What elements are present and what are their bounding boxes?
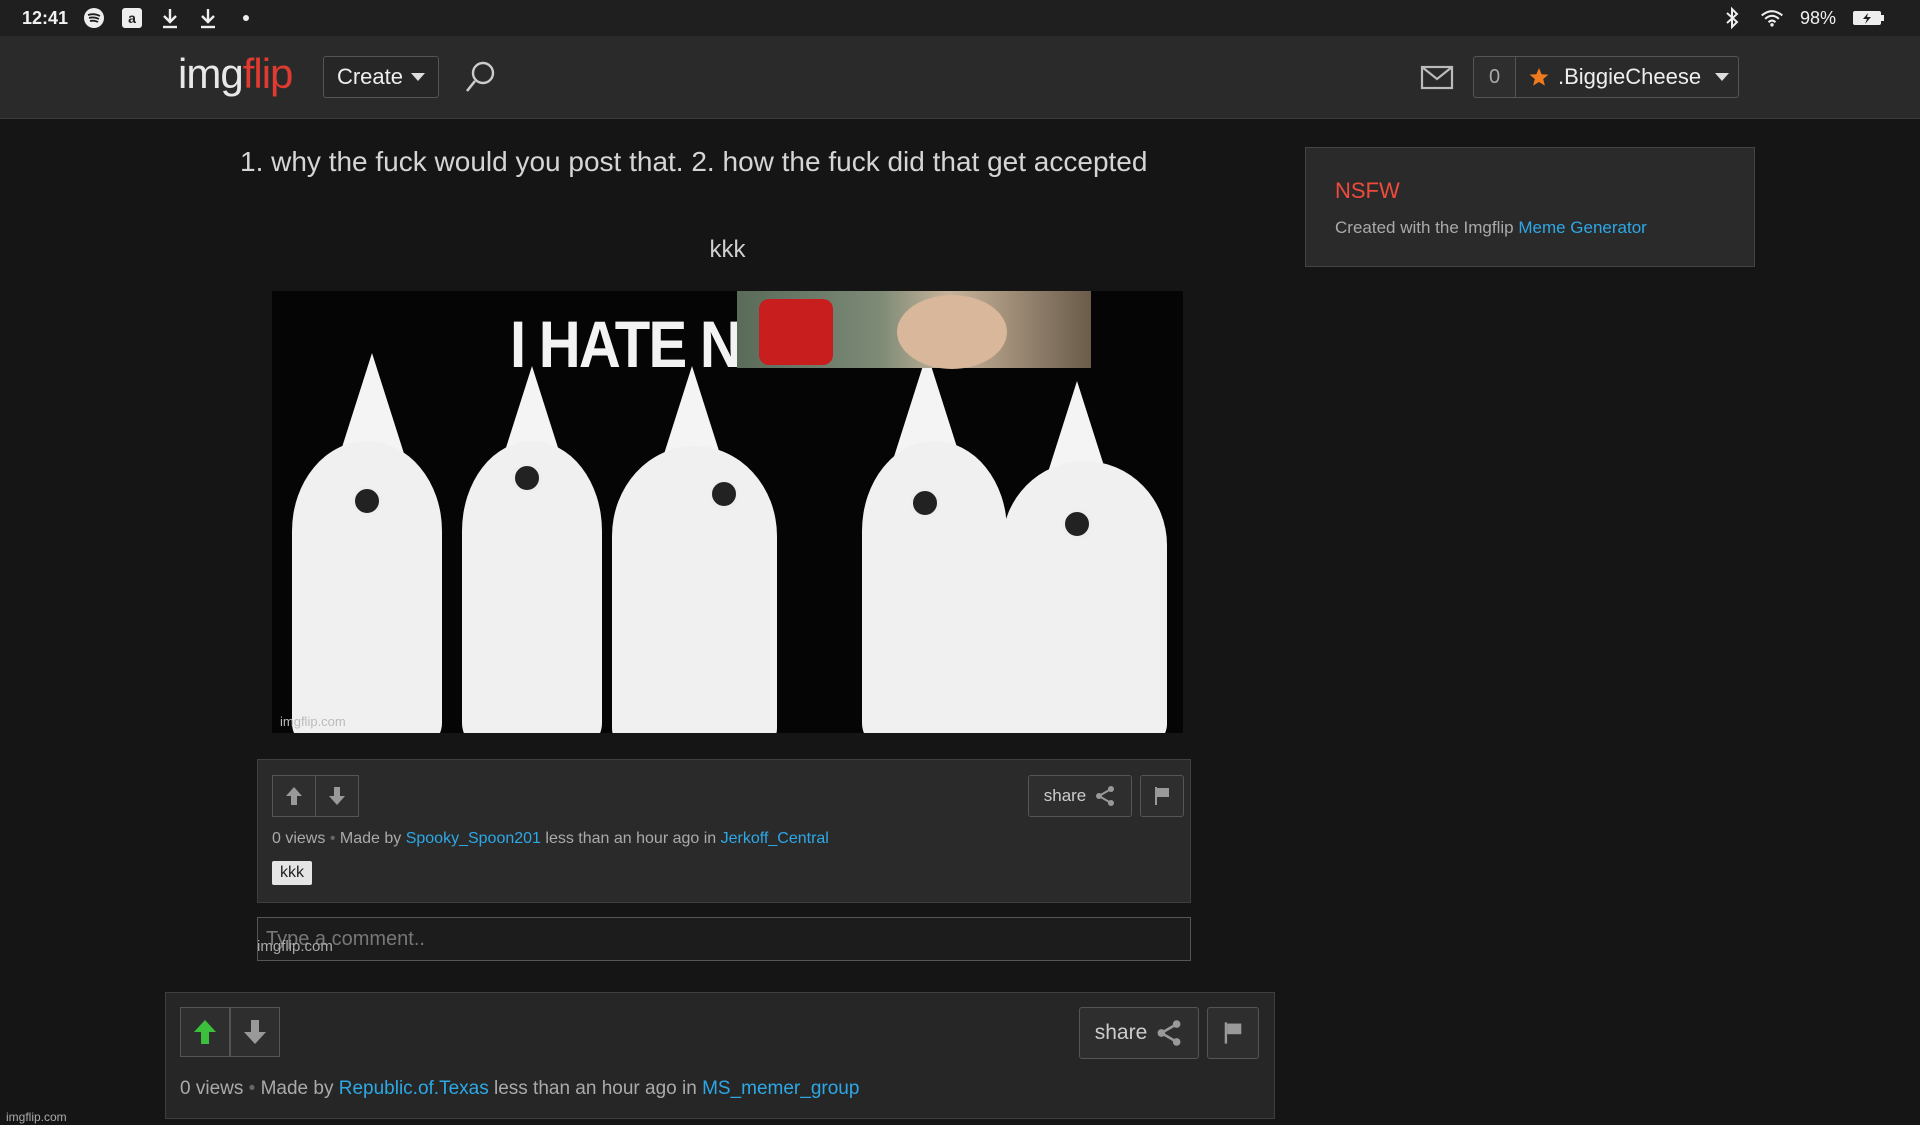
- time-label: less than an hour ago in: [493, 1078, 697, 1099]
- comment-input[interactable]: [258, 918, 1168, 960]
- raid-can: [759, 299, 833, 365]
- flag-button[interactable]: [1140, 775, 1184, 817]
- emblem-icon: [1062, 509, 1092, 539]
- meme-title: kkk: [709, 236, 746, 263]
- download-icon: [196, 6, 220, 30]
- user-menu-button[interactable]: .BiggieCheese: [1515, 56, 1739, 98]
- flag-icon: [1155, 787, 1169, 805]
- svg-text:a: a: [128, 10, 136, 26]
- robe-figure: [612, 446, 777, 733]
- sidebar-info-box: NSFW Created with the Imgflip Meme Gener…: [1305, 147, 1755, 267]
- meme-image[interactable]: I HATE N imgflip.com: [272, 291, 1183, 733]
- mail-icon: [1420, 65, 1454, 90]
- arrow-down-icon: [244, 1020, 266, 1044]
- messages-button[interactable]: [1420, 62, 1454, 92]
- emblem-icon: [512, 463, 542, 493]
- embedded-post-meta: 0 views • Made by Spooky_Spoon201 less t…: [272, 830, 829, 848]
- image-watermark: imgflip.com: [280, 714, 346, 729]
- create-button[interactable]: Create: [323, 56, 439, 98]
- search-button[interactable]: [462, 58, 500, 96]
- emblem-icon: [352, 486, 382, 516]
- notification-dot-icon: [234, 6, 258, 30]
- flag-button[interactable]: [1207, 1007, 1259, 1059]
- battery-percent: 98%: [1799, 7, 1836, 28]
- nsfw-label: NSFW: [1335, 178, 1400, 203]
- made-by-label: Made by: [339, 830, 402, 847]
- logo-text-flip: flip: [242, 50, 294, 97]
- separator-dot: •: [329, 830, 336, 847]
- arrow-up-icon: [194, 1020, 216, 1044]
- status-bar: 12:41 a 98%: [0, 0, 1920, 36]
- time-label: less than an hour ago in: [545, 830, 717, 847]
- battery-icon: [1852, 6, 1886, 30]
- embedded-post-panel: share 0 views • Made by Spooky_Spoon201 …: [257, 759, 1191, 903]
- clock: 12:41: [22, 7, 69, 28]
- share-icon: [1157, 1020, 1181, 1046]
- wifi-icon: [1760, 6, 1784, 30]
- share-button[interactable]: share: [1028, 775, 1132, 817]
- robe-figure: [1002, 461, 1167, 733]
- author-link[interactable]: Republic.of.Texas: [339, 1078, 489, 1099]
- comment-watermark: imgflip.com: [257, 938, 333, 955]
- views-count: 0 views: [272, 830, 326, 847]
- meme-generator-link[interactable]: Meme Generator: [1518, 218, 1647, 237]
- chevron-down-icon: [1715, 73, 1730, 81]
- share-button[interactable]: share: [1079, 1007, 1199, 1059]
- tag-badge[interactable]: kkk: [272, 861, 312, 885]
- notifications-count: 0: [1488, 65, 1501, 88]
- star-icon: [1529, 68, 1549, 86]
- upvote-button[interactable]: [180, 1007, 230, 1057]
- upvote-button[interactable]: [272, 775, 316, 817]
- navbar: imgflip Create 0 .BiggieCheese: [0, 36, 1920, 119]
- chevron-down-icon: [411, 73, 426, 81]
- arrow-up-icon: [286, 787, 302, 805]
- share-icon: [1096, 786, 1115, 806]
- flag-icon: [1224, 1022, 1242, 1044]
- download-icon: [158, 6, 182, 30]
- created-prefix: Created with the Imgflip: [1335, 218, 1514, 237]
- author-link[interactable]: Spooky_Spoon201: [406, 830, 541, 847]
- comment-box[interactable]: [257, 917, 1191, 961]
- imgflip-logo[interactable]: imgflip: [178, 50, 294, 98]
- stream-link[interactable]: MS_memer_group: [702, 1078, 859, 1099]
- made-by-label: Made by: [260, 1078, 334, 1099]
- downvote-button[interactable]: [315, 775, 359, 817]
- separator-dot: •: [248, 1078, 256, 1099]
- post-panel: share 0 views • Made by Republic.of.Texa…: [165, 992, 1275, 1119]
- spotify-icon: [82, 6, 106, 30]
- share-label: share: [1043, 786, 1087, 805]
- stream-link[interactable]: Jerkoff_Central: [721, 830, 829, 847]
- username: .BiggieCheese: [1558, 64, 1702, 89]
- notifications-button[interactable]: 0: [1473, 56, 1515, 98]
- post-meta: 0 views • Made by Republic.of.Texas less…: [180, 1078, 859, 1100]
- logo-text-img: img: [178, 50, 244, 97]
- create-label: Create: [336, 64, 404, 89]
- page-watermark: imgflip.com: [6, 1110, 67, 1124]
- downvote-button[interactable]: [230, 1007, 280, 1057]
- search-icon: [465, 61, 495, 92]
- views-count: 0 views: [180, 1078, 244, 1099]
- raid-inset-image: [737, 291, 1091, 369]
- face: [897, 295, 1007, 369]
- share-label: share: [1094, 1021, 1148, 1044]
- arrow-down-icon: [329, 787, 345, 805]
- amazon-icon: a: [120, 6, 144, 30]
- emblem-icon: [709, 479, 739, 509]
- robe-figure: [862, 441, 1007, 733]
- created-with-text: Created with the Imgflip Meme Generator: [1335, 218, 1647, 238]
- robe-figure: [292, 441, 442, 733]
- post-title: 1. why the fuck would you post that. 2. …: [240, 146, 1148, 177]
- bluetooth-icon: [1720, 6, 1744, 30]
- emblem-icon: [910, 488, 940, 518]
- meme-caption: I HATE N: [510, 307, 742, 381]
